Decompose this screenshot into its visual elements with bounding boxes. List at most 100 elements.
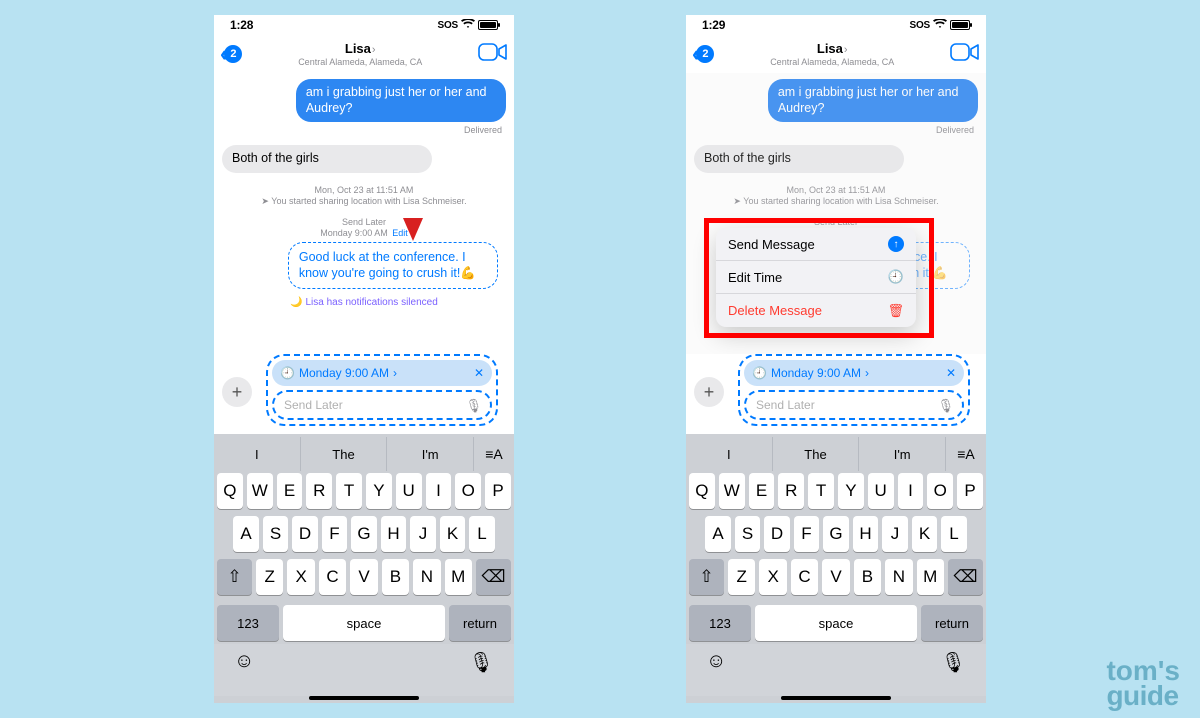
text-replace-icon[interactable]: ≡A (474, 437, 514, 471)
key-m[interactable]: M (445, 559, 472, 595)
key-v[interactable]: V (822, 559, 849, 595)
key-l[interactable]: L (941, 516, 967, 552)
clear-schedule-button[interactable]: ✕ (946, 366, 956, 380)
home-indicator[interactable] (781, 696, 891, 700)
key-return[interactable]: return (921, 605, 983, 641)
key-r[interactable]: R (306, 473, 332, 509)
key-x[interactable]: X (287, 559, 314, 595)
key-h[interactable]: H (853, 516, 879, 552)
back-button[interactable]: ‹ 2 (692, 41, 714, 67)
dictation-button[interactable]: 🎙 (941, 650, 966, 675)
key-z[interactable]: Z (256, 559, 283, 595)
schedule-chip[interactable]: 🕘 Monday 9:00 AM › ✕ (744, 360, 964, 386)
schedule-chip[interactable]: 🕘 Monday 9:00 AM › ✕ (272, 360, 492, 386)
key-w[interactable]: W (719, 473, 745, 509)
key-backspace[interactable]: ⌫ (948, 559, 983, 595)
text-replace-icon[interactable]: ≡A (946, 437, 986, 471)
chevron-right-icon: › (844, 44, 848, 56)
key-backspace[interactable]: ⌫ (476, 559, 511, 595)
key-s[interactable]: S (735, 516, 761, 552)
facetime-button[interactable] (478, 42, 508, 67)
key-d[interactable]: D (764, 516, 790, 552)
emoji-button[interactable]: ☺ (234, 650, 254, 673)
dictation-button[interactable]: 🎙 (469, 650, 494, 675)
key-return[interactable]: return (449, 605, 511, 641)
prediction-3[interactable]: I'm (859, 437, 946, 471)
prediction-3[interactable]: I'm (387, 437, 474, 471)
key-p[interactable]: P (485, 473, 511, 509)
key-u[interactable]: U (868, 473, 894, 509)
key-h[interactable]: H (381, 516, 407, 552)
key-numeric[interactable]: 123 (689, 605, 751, 641)
key-t[interactable]: T (808, 473, 834, 509)
attachments-plus-button[interactable]: + (694, 377, 724, 407)
key-a[interactable]: A (705, 516, 731, 552)
keyboard[interactable]: I The I'm ≡A Q W E R T Y U I O P A S D (686, 434, 986, 703)
conversation-view[interactable]: am i grabbing just her or her and Audrey… (214, 73, 514, 354)
facetime-button[interactable] (950, 42, 980, 67)
key-n[interactable]: N (885, 559, 912, 595)
incoming-message-bubble[interactable]: Both of the girls (222, 145, 432, 173)
key-j[interactable]: J (410, 516, 436, 552)
key-o[interactable]: O (927, 473, 953, 509)
home-indicator[interactable] (309, 696, 419, 700)
key-l[interactable]: L (469, 516, 495, 552)
key-e[interactable]: E (749, 473, 775, 509)
key-shift[interactable]: ⇧ (689, 559, 724, 595)
key-s[interactable]: S (263, 516, 289, 552)
key-y[interactable]: Y (366, 473, 392, 509)
key-j[interactable]: J (882, 516, 908, 552)
prediction-1[interactable]: I (214, 437, 301, 471)
key-q[interactable]: Q (689, 473, 715, 509)
prediction-1[interactable]: I (686, 437, 773, 471)
contact-header[interactable]: Lisa› Central Alameda, Alameda, CA (298, 40, 422, 67)
emoji-button[interactable]: ☺ (706, 650, 726, 673)
key-a[interactable]: A (233, 516, 259, 552)
attachments-plus-button[interactable]: + (222, 377, 252, 407)
outgoing-message-bubble[interactable]: am i grabbing just her or her and Audrey… (296, 79, 506, 122)
key-g[interactable]: G (823, 516, 849, 552)
key-w[interactable]: W (247, 473, 273, 509)
dictation-icon[interactable]: 🎙 (937, 398, 954, 414)
key-d[interactable]: D (292, 516, 318, 552)
key-q[interactable]: Q (217, 473, 243, 509)
key-x[interactable]: X (759, 559, 786, 595)
key-p[interactable]: P (957, 473, 983, 509)
key-v[interactable]: V (350, 559, 377, 595)
conversation-view[interactable]: am i grabbing just her or her and Audrey… (686, 73, 986, 354)
key-space[interactable]: space (755, 605, 917, 641)
key-shift[interactable]: ⇧ (217, 559, 252, 595)
key-k[interactable]: K (440, 516, 466, 552)
clear-schedule-button[interactable]: ✕ (474, 366, 484, 380)
key-i[interactable]: I (426, 473, 452, 509)
keyboard[interactable]: I The I'm ≡A Q W E R T Y U I O P A S D (214, 434, 514, 703)
key-numeric[interactable]: 123 (217, 605, 279, 641)
key-o[interactable]: O (455, 473, 481, 509)
contact-header[interactable]: Lisa› Central Alameda, Alameda, CA (770, 40, 894, 67)
key-f[interactable]: F (322, 516, 348, 552)
key-m[interactable]: M (917, 559, 944, 595)
key-y[interactable]: Y (838, 473, 864, 509)
key-i[interactable]: I (898, 473, 924, 509)
key-space[interactable]: space (283, 605, 445, 641)
key-b[interactable]: B (854, 559, 881, 595)
key-g[interactable]: G (351, 516, 377, 552)
dictation-icon[interactable]: 🎙 (465, 398, 482, 414)
prediction-2[interactable]: The (301, 437, 388, 471)
key-f[interactable]: F (794, 516, 820, 552)
prediction-2[interactable]: The (773, 437, 860, 471)
key-k[interactable]: K (912, 516, 938, 552)
back-button[interactable]: ‹ 2 (220, 41, 242, 67)
key-z[interactable]: Z (728, 559, 755, 595)
message-input[interactable]: Send Later 🎙 (272, 390, 492, 420)
key-e[interactable]: E (277, 473, 303, 509)
key-b[interactable]: B (382, 559, 409, 595)
message-input[interactable]: Send Later 🎙 (744, 390, 964, 420)
key-t[interactable]: T (336, 473, 362, 509)
key-n[interactable]: N (413, 559, 440, 595)
key-c[interactable]: C (791, 559, 818, 595)
key-c[interactable]: C (319, 559, 346, 595)
scheduled-message-bubble[interactable]: Good luck at the conference. I know you'… (288, 242, 498, 289)
key-r[interactable]: R (778, 473, 804, 509)
key-u[interactable]: U (396, 473, 422, 509)
